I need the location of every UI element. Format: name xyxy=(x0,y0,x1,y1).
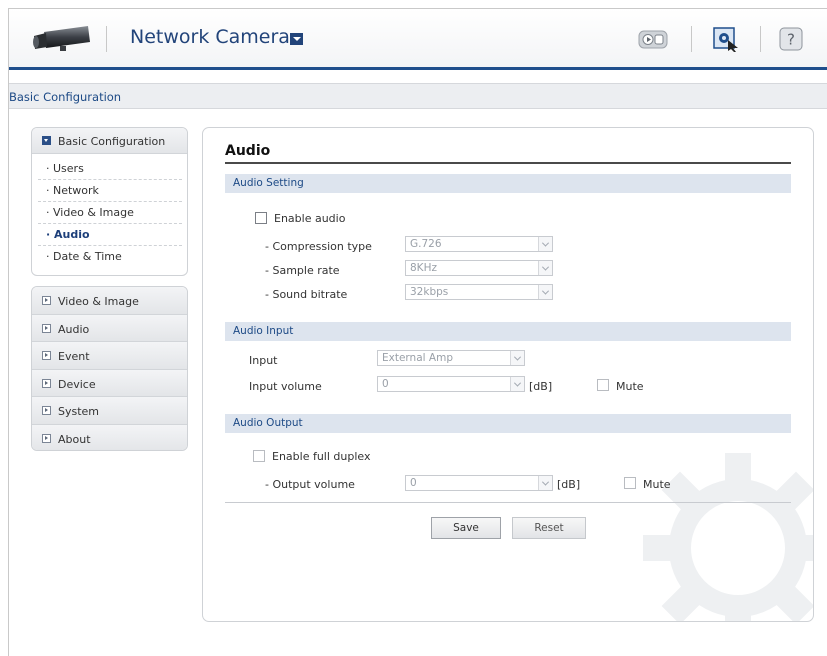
sidebar-group-label: About xyxy=(58,432,91,446)
sidebar-group-label: Event xyxy=(58,350,90,363)
chevron-down-icon[interactable] xyxy=(290,33,303,45)
input-mute-label: Mute xyxy=(616,380,644,393)
chevron-down-icon xyxy=(510,377,524,391)
sound-bitrate-select[interactable]: 32kbps xyxy=(405,284,553,300)
reset-button[interactable]: Reset xyxy=(512,517,586,539)
sidebar-group-device[interactable]: Device xyxy=(32,369,187,397)
output-volume-unit: [dB] xyxy=(557,478,581,491)
sidebar-group-header[interactable]: Basic Configuration xyxy=(32,128,187,154)
sidebar-group-event[interactable]: Event xyxy=(32,342,187,370)
select-value: 32kbps xyxy=(410,286,449,298)
chevron-down-icon xyxy=(510,351,524,365)
chevron-down-icon xyxy=(538,261,552,275)
sidebar-group-audio[interactable]: Audio xyxy=(32,314,187,342)
output-volume-label: - Output volume xyxy=(265,478,355,491)
expand-icon xyxy=(42,351,51,360)
page-title: Audio xyxy=(225,143,271,159)
sidebar-group-label: Video & Image xyxy=(58,295,139,308)
sidebar-item-label: Users xyxy=(53,162,84,175)
sidebar-item-audio[interactable]: · Audio xyxy=(38,224,182,246)
sidebar-item-label: Video & Image xyxy=(53,206,134,219)
enable-audio-checkbox[interactable] xyxy=(255,212,267,224)
expand-icon xyxy=(42,433,51,443)
sidebar-group-about[interactable]: About xyxy=(32,424,187,450)
sidebar-group-system[interactable]: System xyxy=(32,397,187,425)
section-heading: Audio Output xyxy=(233,417,303,429)
full-duplex-checkbox[interactable] xyxy=(253,450,265,462)
content-panel: Audio Audio Setting Enable audio - Compr… xyxy=(202,127,814,622)
section-audio-input: Audio Input xyxy=(225,322,791,341)
input-label: Input xyxy=(249,354,278,367)
sidebar-group-basic-configuration: Basic Configuration · Users · Network · … xyxy=(31,127,188,276)
select-value: External Amp xyxy=(382,352,453,364)
setup-icon[interactable] xyxy=(711,26,741,52)
sidebar-item-label: Network xyxy=(53,184,99,197)
sidebar-groups: Video & Image Audio Event Device System … xyxy=(31,286,188,451)
header-divider xyxy=(691,26,692,52)
expand-icon xyxy=(42,296,51,305)
sidebar-item-label: Date & Time xyxy=(53,250,122,263)
output-mute-checkbox[interactable] xyxy=(624,477,636,489)
live-view-icon[interactable] xyxy=(638,26,668,52)
gear-watermark-icon xyxy=(643,453,813,621)
collapse-icon xyxy=(42,136,51,145)
help-icon[interactable]: ? xyxy=(776,26,806,52)
camera-logo-icon xyxy=(33,26,90,51)
save-button[interactable]: Save xyxy=(431,517,501,539)
section-heading: Audio Input xyxy=(233,325,294,337)
sidebar-item-users[interactable]: · Users xyxy=(38,158,182,180)
section-heading: Audio Setting xyxy=(233,177,304,189)
header-divider xyxy=(760,26,761,52)
header-divider xyxy=(106,26,107,52)
sidebar-item-video-image[interactable]: · Video & Image xyxy=(38,202,182,224)
breadcrumb: Basic Configuration xyxy=(9,83,827,109)
sidebar-group-label: Basic Configuration xyxy=(58,135,166,148)
sidebar-group-label: Audio xyxy=(58,322,90,336)
input-source-select[interactable]: External Amp xyxy=(377,350,525,366)
enable-audio-label: Enable audio xyxy=(274,212,346,225)
output-mute-label: Mute xyxy=(643,478,671,491)
form-divider xyxy=(225,502,791,503)
section-audio-output: Audio Output xyxy=(225,414,791,433)
sidebar-item-label: Audio xyxy=(54,228,90,241)
select-value: 8KHz xyxy=(410,262,437,274)
input-volume-select[interactable]: 0 xyxy=(377,376,525,392)
compression-type-select[interactable]: G.726 xyxy=(405,236,553,252)
breadcrumb-label: Basic Configuration xyxy=(9,90,122,104)
sidebar-item-network[interactable]: · Network xyxy=(38,180,182,202)
expand-icon xyxy=(42,406,51,415)
full-duplex-label: Enable full duplex xyxy=(272,450,371,463)
select-value: G.726 xyxy=(410,238,442,250)
input-volume-unit: [dB] xyxy=(529,380,553,393)
expand-icon xyxy=(42,378,51,388)
input-volume-label: Input volume xyxy=(249,380,322,393)
select-value: 0 xyxy=(410,477,417,489)
chevron-down-icon xyxy=(538,476,552,490)
select-value: 0 xyxy=(382,378,389,390)
sidebar-group-video-image[interactable]: Video & Image xyxy=(32,287,187,315)
sidebar-group-label: Device xyxy=(58,377,96,391)
chevron-down-icon xyxy=(538,285,552,299)
svg-text:?: ? xyxy=(787,31,795,49)
output-volume-select[interactable]: 0 xyxy=(405,475,553,491)
sample-rate-select[interactable]: 8KHz xyxy=(405,260,553,276)
expand-icon xyxy=(42,323,51,333)
sidebar-item-date-time[interactable]: · Date & Time xyxy=(38,246,182,268)
app-title: Network Camera xyxy=(130,26,290,48)
title-divider xyxy=(225,162,791,164)
compression-type-label: - Compression type xyxy=(265,240,372,253)
sidebar-group-label: System xyxy=(58,405,100,418)
sample-rate-label: - Sample rate xyxy=(265,264,340,277)
sound-bitrate-label: - Sound bitrate xyxy=(265,288,348,301)
header-accent-bar xyxy=(9,67,827,70)
section-audio-setting: Audio Setting xyxy=(225,174,791,193)
input-mute-checkbox[interactable] xyxy=(597,379,609,391)
chevron-down-icon xyxy=(538,237,552,251)
